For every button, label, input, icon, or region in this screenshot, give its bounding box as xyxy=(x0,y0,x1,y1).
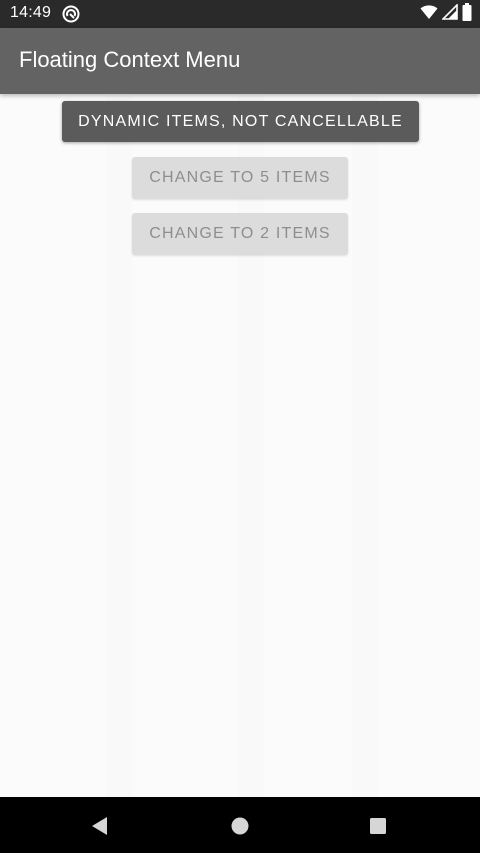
dynamic-items-button[interactable]: DYNAMIC ITEMS, NOT CANCELLABLE xyxy=(62,101,419,142)
home-icon[interactable] xyxy=(229,815,251,837)
change-to-2-items-button[interactable]: CHANGE TO 2 ITEMS xyxy=(132,213,348,255)
background-stripe xyxy=(352,94,378,797)
signal-icon xyxy=(441,2,458,25)
battery-icon xyxy=(462,2,472,26)
back-icon[interactable] xyxy=(89,815,111,837)
status-icons xyxy=(420,2,472,26)
status-bar: 14:49 xyxy=(0,0,480,28)
app-title: Floating Context Menu xyxy=(19,47,241,72)
wifi-icon xyxy=(420,4,438,25)
background-stripe xyxy=(106,94,132,797)
background-stripe xyxy=(238,94,264,797)
status-time: 14:49 xyxy=(10,4,52,21)
app-notification-icon xyxy=(62,5,80,23)
navigation-bar xyxy=(0,797,480,853)
change-to-5-items-button[interactable]: CHANGE TO 5 ITEMS xyxy=(132,157,348,199)
app-bar: Floating Context Menu xyxy=(0,28,480,94)
recents-icon[interactable] xyxy=(367,815,389,837)
screen: 14:49 Floating Context Menu DYNAMIC ITEM… xyxy=(0,0,480,853)
